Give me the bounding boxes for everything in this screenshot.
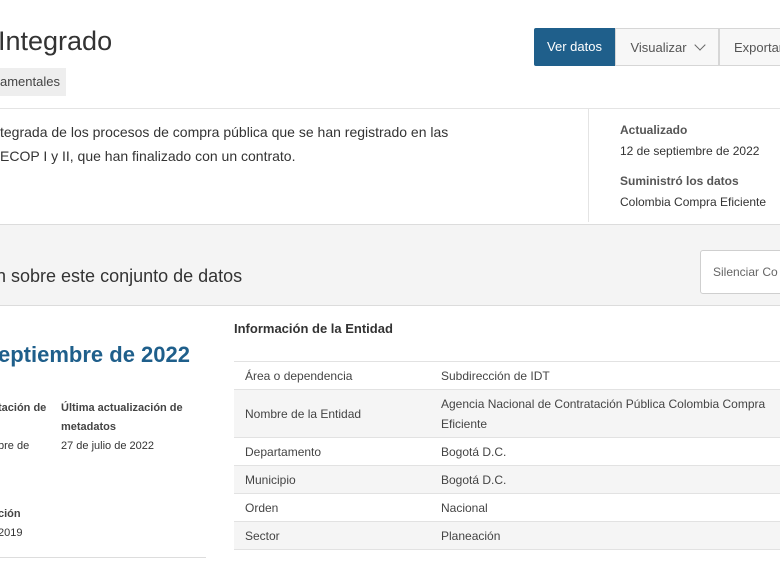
row-value: Planeación — [441, 521, 780, 550]
about-section-title: n sobre este conjunto de datos — [0, 266, 243, 286]
vertical-divider — [588, 108, 589, 222]
data-update-label: tación de — [0, 402, 47, 414]
metadata-update-label-2: metadatos — [61, 421, 117, 433]
row-value: Nacional — [441, 493, 780, 522]
table-row: Municipio Bogotá D.C. — [234, 465, 780, 494]
description-line-2: ECOP I y II, que han finalizado con un c… — [0, 148, 296, 164]
visualize-label: Visualizar — [630, 40, 687, 55]
table-row: Orden Nacional — [234, 493, 780, 522]
row-value: Subdirección de IDT — [441, 361, 780, 390]
table-row: Departamento Bogotá D.C. — [234, 437, 780, 466]
updated-value: 12 de septiembre de 2022 — [620, 144, 760, 158]
data-update-value: bre de — [0, 440, 30, 452]
about-section-bar — [0, 224, 780, 306]
table-row: Sector Planeación — [234, 521, 780, 550]
creation-value: 2019 — [0, 527, 23, 539]
export-button[interactable]: Exportar — [719, 28, 780, 66]
row-value: Bogotá D.C. — [441, 437, 780, 466]
row-key: Área o dependencia — [234, 361, 441, 390]
divider — [0, 108, 780, 109]
metadata-update-label-1: Última actualización de — [61, 402, 183, 414]
entity-info-table: Área o dependencia Subdirección de IDT No… — [234, 361, 780, 550]
silence-comments-button[interactable]: Silenciar Co — [700, 250, 780, 294]
row-key: Orden — [234, 493, 441, 522]
table-row: Área o dependencia Subdirección de IDT — [234, 361, 780, 390]
row-key: Nombre de la Entidad — [234, 389, 441, 438]
row-value: Agencia Nacional de Contratación Pública… — [441, 389, 780, 438]
metadata-update-value: 27 de julio de 2022 — [61, 440, 154, 452]
last-updated-date: eptiembre de 2022 — [0, 342, 190, 367]
visualize-button[interactable]: Visualizar — [615, 28, 719, 66]
updated-label: Actualizado — [620, 123, 688, 137]
provider-value: Colombia Compra Eficiente — [620, 195, 767, 209]
dataset-title: Integrado — [0, 26, 113, 56]
entity-info-title: Información de la Entidad — [234, 321, 393, 336]
provider-label: Suministró los datos — [620, 174, 739, 188]
row-key: Municipio — [234, 465, 441, 494]
row-key: Sector — [234, 521, 441, 550]
row-key: Departamento — [234, 437, 441, 466]
table-row: Nombre de la Entidad Agencia Nacional de … — [234, 389, 780, 438]
divider — [0, 557, 206, 558]
chevron-down-icon — [693, 39, 706, 51]
view-data-button[interactable]: Ver datos — [534, 28, 615, 66]
category-tag[interactable]: amentales — [0, 68, 66, 96]
row-value: Bogotá D.C. — [441, 465, 780, 494]
creation-label: ción — [0, 508, 21, 520]
description-line-1: tegrada de los procesos de compra públic… — [0, 124, 449, 140]
